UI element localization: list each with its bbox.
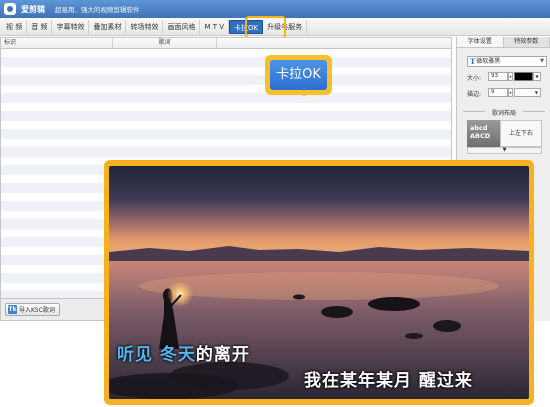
table-row[interactable] — [1, 112, 451, 121]
stroke-label: 描边: — [467, 91, 482, 98]
table-row[interactable] — [1, 58, 451, 67]
layout-preview-thumbnail[interactable]: abcd ABCD — [467, 120, 500, 147]
stroke-width-value: 9 — [491, 89, 495, 95]
table-row[interactable] — [1, 130, 451, 139]
layout-expand-button[interactable]: ▼ — [467, 147, 542, 154]
menu-video[interactable]: 视 频 — [2, 19, 28, 34]
expand-arrow-icon: ▼ — [502, 147, 507, 153]
app-logo-icon — [4, 3, 16, 15]
menu-overlay-material[interactable]: 叠加素材 — [89, 19, 127, 34]
tab-font-settings[interactable]: 字体设置 — [457, 37, 504, 47]
stroke-spinner[interactable]: ▾ — [508, 88, 513, 97]
chevron-down-icon: ▼ — [535, 74, 539, 79]
lyric-line-2: 我在某年某月 醒过来 — [304, 371, 473, 391]
menu-audio[interactable]: 音 频 — [27, 19, 53, 34]
app-slogan: 超易用、强大的视频剪辑软件 — [55, 6, 140, 14]
table-header: 标识 歌词 — [1, 38, 451, 49]
table-row[interactable] — [1, 148, 451, 157]
section-divider — [523, 111, 545, 112]
menu-picture-style[interactable]: 画面风格 — [163, 19, 201, 34]
menu-mtv[interactable]: M T V — [200, 19, 230, 34]
table-row[interactable] — [1, 139, 451, 148]
import-ksc-button[interactable]: Tk 导入KSC歌词 — [5, 303, 60, 316]
table-row[interactable] — [1, 94, 451, 103]
app-name: 爱剪辑 — [21, 4, 45, 14]
font-t-icon: T — [470, 57, 476, 66]
tab-effect-params[interactable]: 特效参数 — [503, 37, 550, 47]
font-color-dropdown[interactable]: ▼ — [533, 72, 541, 81]
column-header-filler — [217, 38, 451, 48]
callout-pointer — [298, 90, 310, 97]
font-family-select[interactable]: T 微软雅黑 ▼ — [467, 56, 547, 67]
font-size-value: 93 — [491, 73, 498, 79]
column-header-lyric[interactable]: 歌词 — [113, 38, 217, 48]
spinner-arrow-icon: ▾ — [509, 90, 512, 95]
menu-karaoke-highlight — [245, 16, 286, 39]
table-row[interactable] — [1, 103, 451, 112]
lyric-line-1-sung: 听见 冬天 — [117, 345, 196, 365]
menu-subtitle-effects[interactable]: 字幕特效 — [52, 19, 90, 34]
font-family-value: 微软雅黑 — [476, 58, 501, 65]
text-import-icon: Tk — [8, 305, 17, 314]
import-ksc-label: 导入KSC歌词 — [19, 307, 55, 314]
table-row[interactable] — [1, 67, 451, 76]
font-size-spinner[interactable]: ▾ — [508, 72, 513, 81]
chevron-down-icon: ▼ — [540, 58, 544, 64]
chevron-down-icon: ▼ — [534, 90, 538, 95]
karaoke-callout: 卡拉OK — [265, 55, 332, 95]
table-row[interactable] — [1, 49, 451, 58]
spinner-arrow-icon: ▾ — [509, 74, 512, 79]
table-row[interactable] — [1, 76, 451, 85]
layout-preview-line2: ABCD — [470, 132, 491, 140]
table-row[interactable] — [1, 85, 451, 94]
lyric-layout-heading: 歌词布局 — [491, 110, 516, 117]
column-header-mark[interactable]: 标识 — [1, 38, 113, 48]
lyric-line-1-rest: 的离开 — [195, 345, 250, 365]
table-row[interactable] — [1, 121, 451, 130]
stroke-width-input[interactable]: 9 — [488, 88, 508, 97]
layout-option-label[interactable]: 上左下右 — [500, 120, 542, 147]
stroke-color-dropdown[interactable]: ▼ — [514, 88, 541, 97]
size-label: 大小: — [467, 75, 482, 82]
karaoke-callout-label: 卡拉OK — [270, 60, 327, 90]
font-size-input[interactable]: 93 — [488, 72, 508, 81]
panel-tabs: 字体设置 特效参数 — [457, 37, 550, 48]
font-color-swatch[interactable] — [514, 72, 533, 81]
menu-transition-effects[interactable]: 转场特效 — [126, 19, 164, 34]
lyric-line-1: 听见 冬天的离开 — [117, 340, 250, 365]
layout-preview-line1: abcd — [470, 124, 488, 132]
